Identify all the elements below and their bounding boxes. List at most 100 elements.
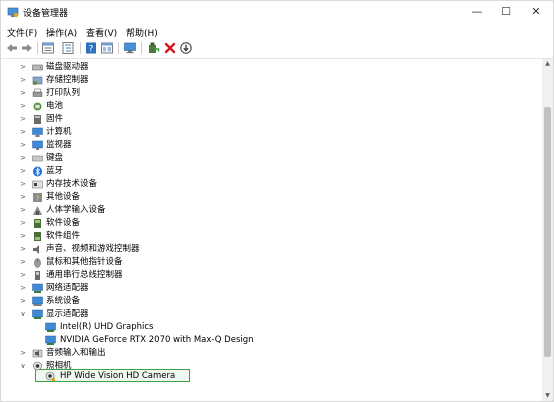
back-arrow-icon[interactable] — [5, 41, 19, 55]
scrollbar-thumb[interactable] — [544, 107, 551, 357]
expand-chevron-icon[interactable]: > — [19, 139, 27, 152]
minimize-button[interactable]: — — [462, 3, 492, 21]
tree-item-mice[interactable]: > 鼠标和其他指针设备 — [1, 256, 541, 269]
tree-view-icon[interactable] — [61, 41, 75, 55]
software-device-icon — [34, 219, 41, 228]
svg-text:?: ? — [36, 195, 40, 203]
mouse-icon — [34, 258, 41, 268]
expand-chevron-icon[interactable]: > — [19, 217, 27, 230]
vertical-scrollbar[interactable]: ▲ ▼ — [542, 59, 553, 401]
expand-chevron-icon[interactable]: > — [19, 347, 27, 360]
tree-item-label: 键盘 — [46, 153, 64, 163]
sound-icon — [33, 245, 39, 254]
tree-item-storage-controllers[interactable]: > 存储控制器 — [1, 74, 541, 87]
update-driver-icon[interactable] — [146, 41, 160, 55]
tree-item-label: HP Wide Vision HD Camera — [60, 371, 176, 381]
scroll-up-arrow-icon[interactable]: ▲ — [542, 59, 553, 69]
tree-item-battery[interactable]: > 电池 — [1, 100, 541, 113]
tree-item-label: 软件组件 — [46, 231, 81, 241]
tree-item-software-components[interactable]: > 软件组件 — [1, 230, 541, 243]
expand-chevron-icon[interactable]: > — [19, 87, 27, 100]
tree-item-keyboards[interactable]: > 键盘 — [1, 152, 541, 165]
tree-item-label: 其他设备 — [46, 192, 81, 202]
scroll-down-arrow-icon[interactable]: ▼ — [542, 391, 553, 401]
tree-item-memory-devices[interactable]: > 内存技术设备 — [1, 178, 541, 191]
tree-item-label: 软件设备 — [46, 218, 81, 228]
view-list-icon[interactable] — [100, 41, 114, 55]
memory-device-icon — [32, 180, 43, 189]
menu-action[interactable]: 操作(A) — [46, 26, 77, 39]
monitor-icon[interactable] — [123, 41, 137, 55]
expand-chevron-icon[interactable]: > — [19, 126, 27, 139]
tree-item-label: 人体学输入设备 — [46, 205, 106, 215]
other-devices-icon: ? — [33, 193, 42, 203]
tree-item-display-adapters[interactable]: ∨ 显示适配器 — [1, 308, 541, 321]
scan-hardware-icon[interactable] — [179, 41, 193, 55]
menu-bar: 文件(F) 操作(A) 查看(V) 帮助(H) — [1, 24, 553, 40]
audio-io-icon — [32, 349, 43, 358]
tree-item-system-devices[interactable]: > 系统设备 — [1, 295, 541, 308]
tree-item-sound-video-game[interactable]: > 声音、视频和游戏控制器 — [1, 243, 541, 256]
tree-item-print-queues[interactable]: > 打印队列 — [1, 87, 541, 100]
expand-chevron-icon[interactable]: > — [19, 230, 27, 243]
expand-chevron-icon[interactable]: > — [19, 74, 27, 87]
uninstall-icon[interactable] — [163, 41, 177, 55]
tree-item-label: NVIDIA GeForce RTX 2070 with Max-Q Desig… — [60, 335, 254, 345]
tree-item-software-devices[interactable]: > 软件设备 — [1, 217, 541, 230]
expand-chevron-icon[interactable]: > — [19, 165, 27, 178]
help-icon[interactable]: ? — [84, 41, 98, 55]
expand-chevron-icon[interactable]: > — [19, 243, 27, 256]
expand-chevron-icon[interactable]: > — [19, 178, 27, 191]
system-device-icon — [32, 296, 43, 306]
menu-help[interactable]: 帮助(H) — [126, 26, 158, 39]
tree-item-label: 音频输入和输出 — [46, 348, 106, 358]
window-title: 设备管理器 — [23, 9, 69, 19]
monitor-icon — [32, 140, 43, 150]
tree-item-nvidia-rtx-2070[interactable]: NVIDIA GeForce RTX 2070 with Max-Q Desig… — [1, 334, 541, 347]
close-button[interactable]: ✕ — [521, 3, 551, 21]
firmware-icon — [34, 115, 41, 124]
tree-item-firmware[interactable]: > 固件 — [1, 113, 541, 126]
tree-item-hid[interactable]: > 人体学输入设备 — [1, 204, 541, 217]
expand-chevron-icon[interactable]: > — [19, 269, 27, 282]
forward-arrow-icon[interactable] — [20, 41, 34, 55]
expand-chevron-icon[interactable]: > — [19, 113, 27, 126]
expand-chevron-icon[interactable]: > — [19, 61, 27, 74]
toolbar-separator — [141, 42, 142, 54]
expand-chevron-icon[interactable]: > — [19, 191, 27, 204]
display-adapter-icon — [32, 309, 43, 319]
menu-view[interactable]: 查看(V) — [86, 26, 117, 39]
tree-item-monitors[interactable]: > 监视器 — [1, 139, 541, 152]
expand-chevron-icon[interactable]: > — [19, 204, 27, 217]
toolbar-separator — [118, 42, 119, 54]
tree-item-label: 网络适配器 — [46, 283, 89, 293]
device-manager-icon — [7, 7, 19, 18]
expand-chevron-icon[interactable]: > — [19, 256, 27, 269]
tree-item-network-adapters[interactable]: > 网络适配器 — [1, 282, 541, 295]
collapse-chevron-icon[interactable]: ∨ — [19, 308, 27, 321]
tree-item-label: 监视器 — [46, 140, 72, 150]
usb-icon — [35, 271, 40, 280]
tree-item-other-devices[interactable]: > ? 其他设备 — [1, 191, 541, 204]
disk-drive-icon — [32, 64, 43, 71]
tree-item-disk-drives[interactable]: > 磁盘驱动器 — [1, 61, 541, 74]
print-queue-icon — [32, 88, 43, 97]
tree-item-usb-controllers[interactable]: > 通用串行总线控制器 — [1, 269, 541, 282]
battery-icon — [33, 102, 42, 111]
storage-controller-icon — [32, 76, 43, 85]
tree-item-label: Intel(R) UHD Graphics — [60, 322, 154, 332]
tree-item-audio-io[interactable]: > 音频输入和输出 — [1, 347, 541, 360]
expand-chevron-icon[interactable]: > — [19, 100, 27, 113]
tree-item-hp-wide-vision-hd-camera[interactable]: HP Wide Vision HD Camera — [1, 370, 541, 383]
device-manager-window: 设备管理器 — ☐ ✕ 文件(F) 操作(A) 查看(V) 帮助(H) ? > … — [0, 0, 554, 402]
properties-icon[interactable] — [41, 41, 55, 55]
expand-chevron-icon[interactable]: > — [19, 152, 27, 165]
tree-item-intel-uhd-graphics[interactable]: Intel(R) UHD Graphics — [1, 321, 541, 334]
menu-file[interactable]: 文件(F) — [7, 26, 37, 39]
maximize-button[interactable]: ☐ — [491, 3, 521, 21]
expand-chevron-icon[interactable]: > — [19, 295, 27, 308]
expand-chevron-icon[interactable]: > — [19, 282, 27, 295]
software-component-icon — [34, 232, 41, 241]
tree-item-computer[interactable]: > 计算机 — [1, 126, 541, 139]
tree-item-bluetooth[interactable]: > 蓝牙 — [1, 165, 541, 178]
